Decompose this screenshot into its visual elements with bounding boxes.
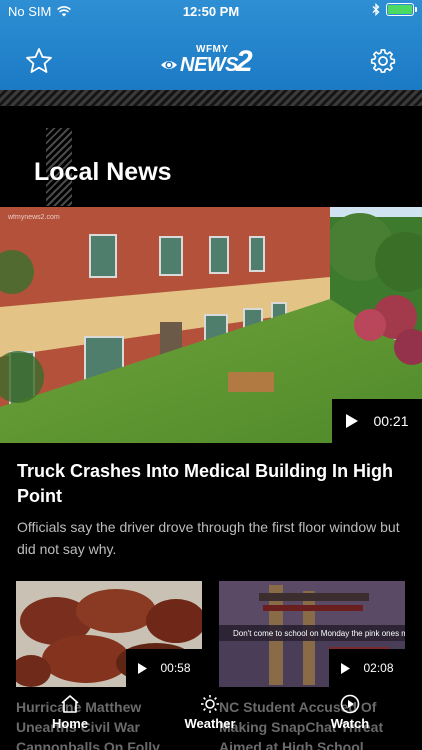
bottom-tab-bar: Home Weather Watch — [0, 688, 422, 750]
image-watermark: wfmynews2.com — [7, 214, 60, 221]
star-icon[interactable] — [24, 46, 54, 76]
snapchat-caption: Don't come to school on Monday the pink … — [233, 629, 405, 638]
tab-weather-label: Weather — [184, 716, 236, 731]
tab-watch-label: Watch — [330, 716, 370, 731]
play-circle-icon — [340, 694, 360, 714]
story-thumbnail[interactable]: Don't come to school on Monday the pink … — [219, 581, 405, 687]
status-time: 12:50 PM — [182, 4, 240, 19]
card-duration-label: 02:08 — [363, 661, 394, 675]
tab-home[interactable]: Home — [30, 694, 110, 731]
logo-wordmark: NEWS — [180, 54, 239, 76]
story-thumbnail[interactable]: 00:58 — [16, 581, 202, 687]
sun-icon — [201, 695, 219, 713]
status-bar: No SIM 12:50 PM — [0, 0, 422, 24]
card-duration-label: 00:58 — [160, 661, 191, 675]
station-logo: WFMY NEWS 2 — [160, 44, 264, 78]
status-right-group — [372, 3, 417, 16]
home-icon — [61, 695, 79, 713]
bluetooth-icon — [372, 3, 380, 16]
play-icon — [138, 662, 148, 674]
section-header: Local News — [0, 106, 422, 206]
play-icon — [346, 414, 359, 428]
cbs-eye-logo — [161, 61, 177, 69]
hero-headline[interactable]: Truck Crashes Into Medical Building In H… — [17, 459, 407, 509]
tab-watch[interactable]: Watch — [310, 694, 390, 731]
section-title: Local News — [34, 158, 172, 186]
battery-icon — [386, 3, 417, 16]
hero-duration-label: 00:21 — [373, 413, 409, 429]
play-icon — [341, 662, 351, 674]
tab-home-label: Home — [51, 716, 89, 731]
app-header: No SIM 12:50 PM WFMY NEWS 2 — [0, 0, 422, 90]
nav-bar: WFMY NEWS 2 — [0, 36, 422, 86]
battery-level — [388, 5, 412, 14]
logo-channel-number: 2 — [236, 45, 253, 78]
tab-weather[interactable]: Weather — [170, 694, 250, 731]
hero-summary: Officials say the driver drove through t… — [17, 519, 400, 557]
card-play-button[interactable]: 00:58 — [126, 649, 202, 687]
card-play-button[interactable]: 02:08 — [329, 649, 405, 687]
header-stripe-divider — [0, 90, 422, 106]
hero-play-button[interactable]: 00:21 — [332, 399, 422, 443]
gear-icon[interactable] — [368, 46, 398, 76]
